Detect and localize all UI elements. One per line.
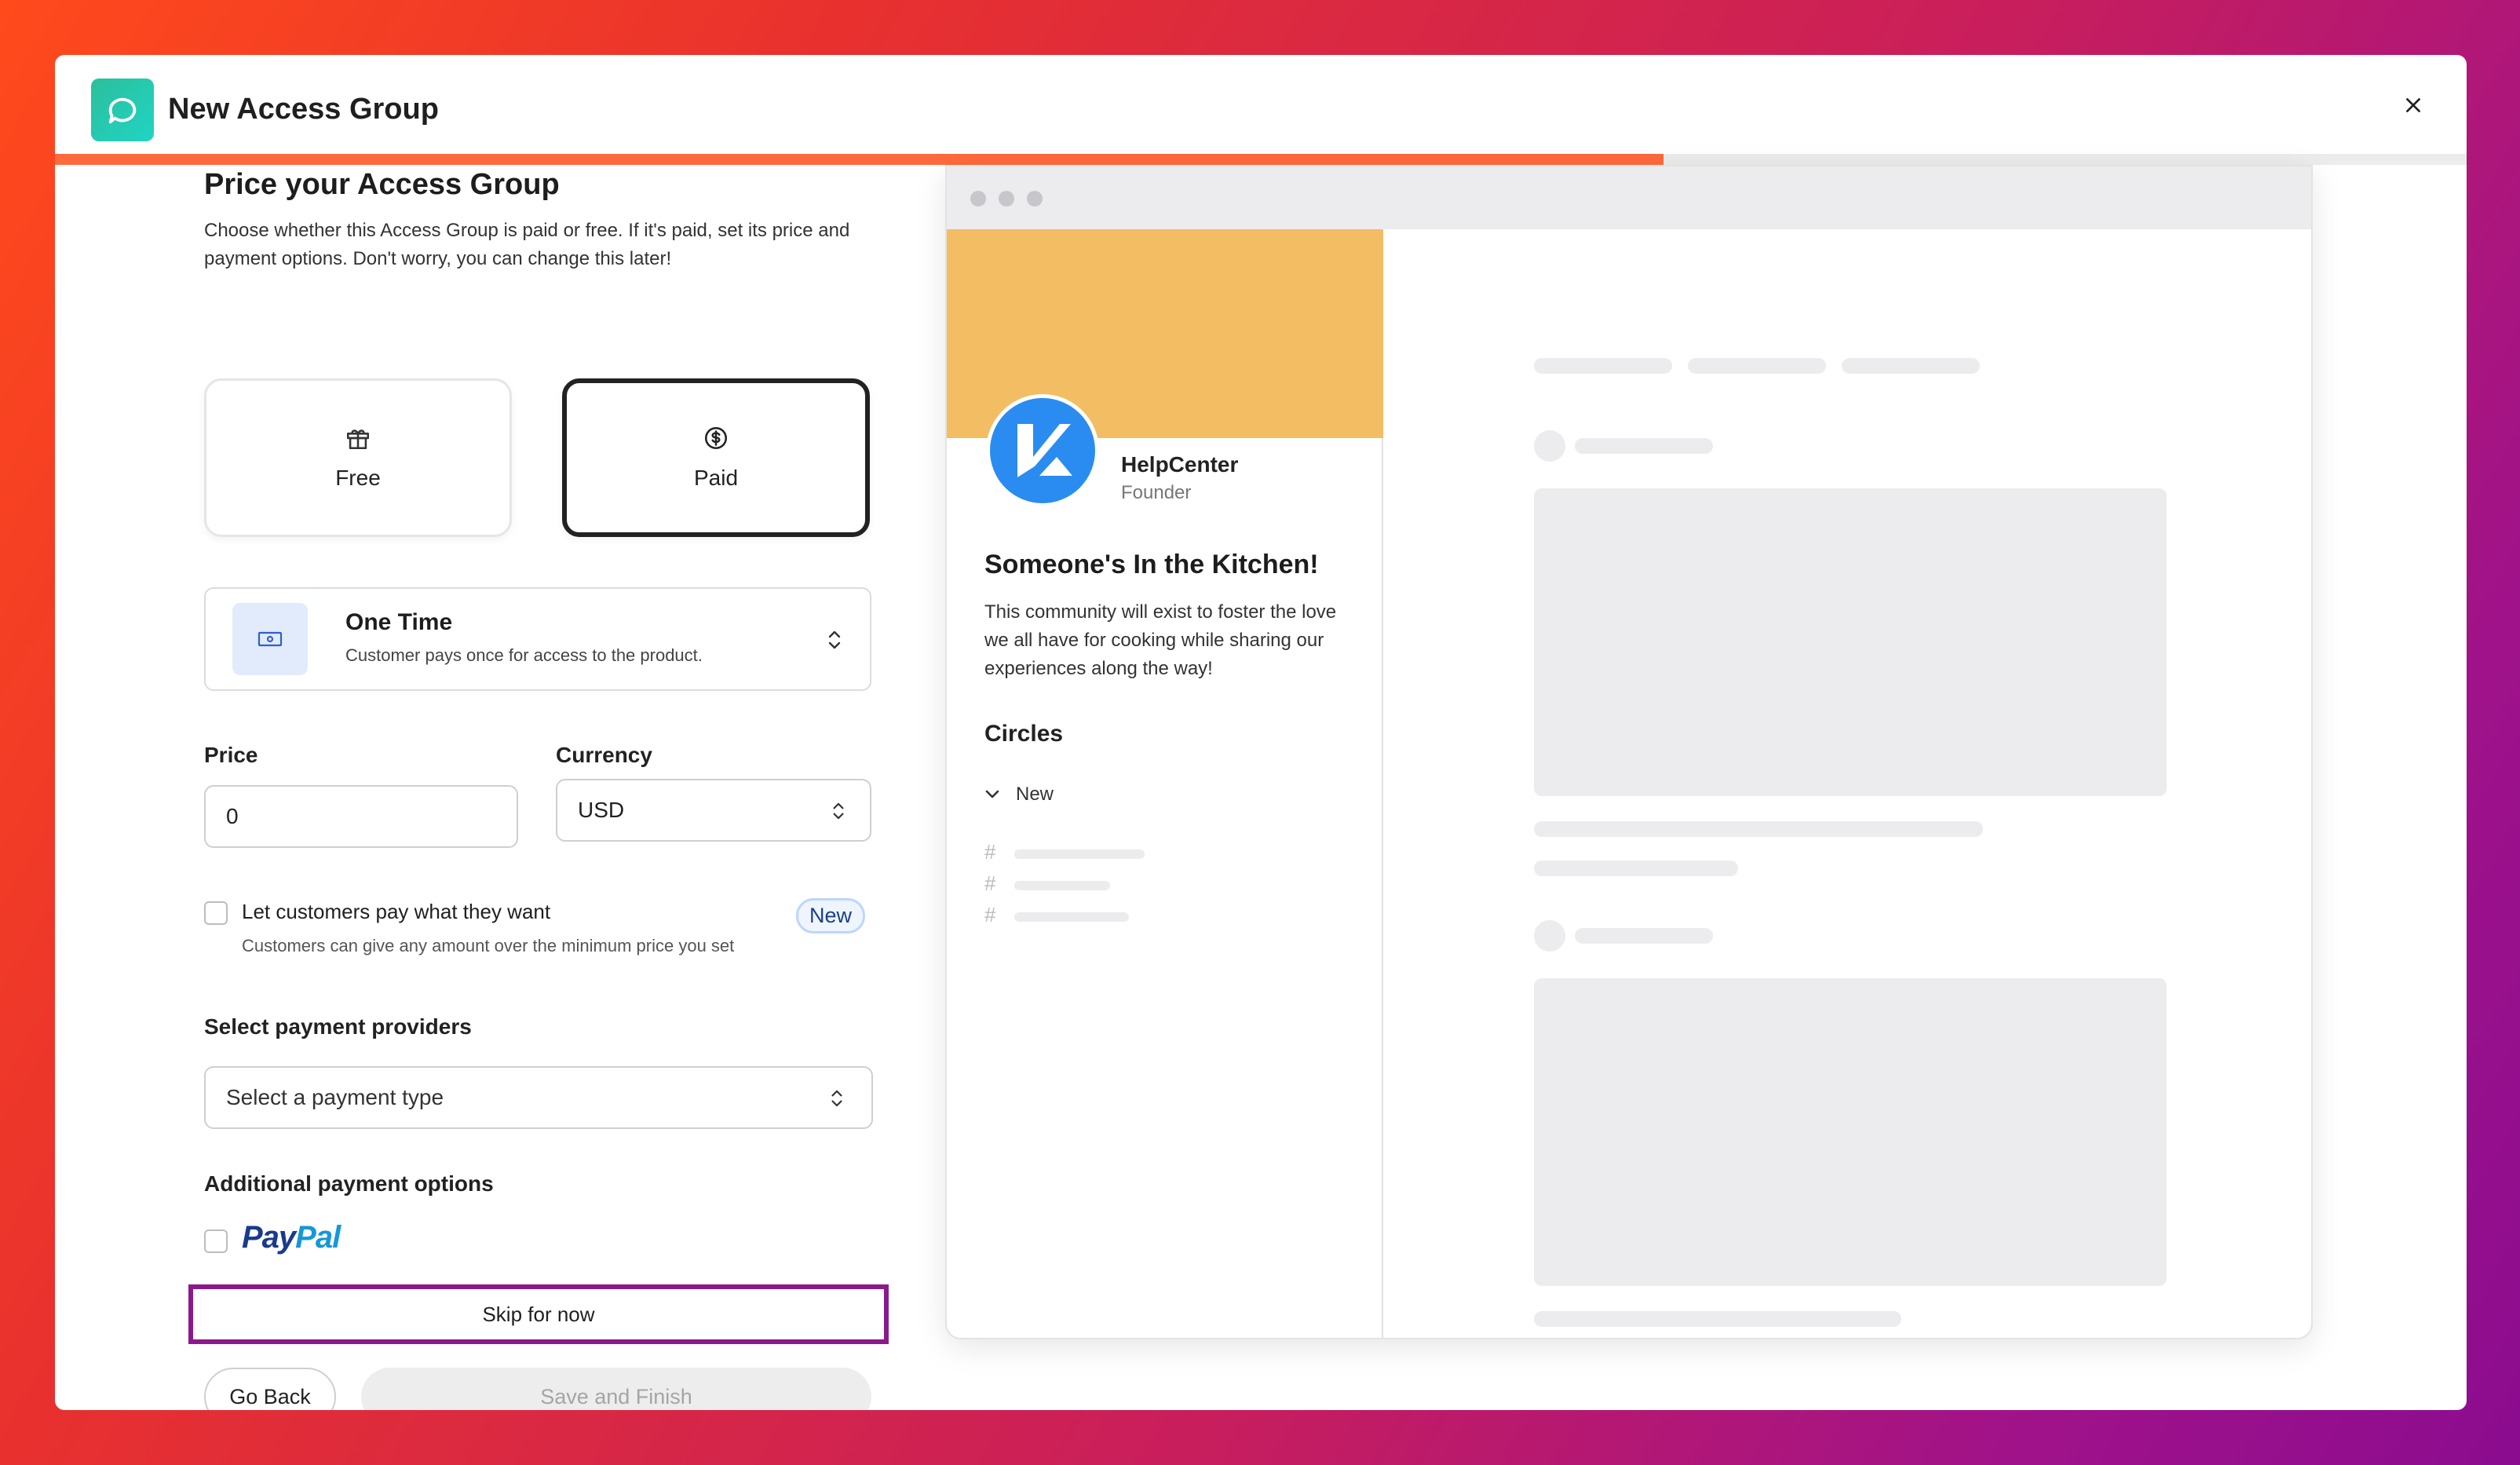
paypal-logo-part2: Pal [295,1220,341,1255]
paid-option-label: Paid [693,466,739,490]
save-and-finish-button[interactable]: Save and Finish [361,1368,871,1410]
modal-header: New Access Group [55,55,2467,154]
channel-placeholder [1014,849,1145,859]
progress-bar-fill [55,154,1664,165]
currency-select[interactable]: USD [556,779,871,842]
price-input[interactable]: 0 [204,785,518,848]
dollar-circle-icon [704,426,728,450]
billing-type-subtitle: Customer pays once for access to the pro… [345,645,703,665]
window-dot [970,191,986,206]
new-circle-label: New [1016,784,1054,805]
nav-placeholder [1534,358,1672,374]
free-option-card[interactable]: Free [204,378,512,537]
community-title: Someone's In the Kitchen! [984,550,1319,579]
free-option-label: Free [335,466,381,490]
avatar [986,394,1099,507]
pay-what-you-want-sub: Customers can give any amount over the m… [242,936,735,955]
profile-name: HelpCenter [1121,452,1239,477]
chevron-up-down-icon [828,630,841,649]
price-label: Price [204,743,258,767]
browser-topbar [947,166,2311,229]
chevron-down-icon [985,790,999,798]
pay-what-you-want-checkbox[interactable] [204,901,228,925]
channel-placeholder [1014,881,1110,890]
new-access-group-modal: New Access Group Price your Access Group… [55,55,2467,1410]
progress-bar [55,154,2467,165]
window-dot [1027,191,1043,206]
channel-placeholder [1014,912,1129,922]
nav-placeholder [1842,358,1980,374]
community-preview: HelpCenter Founder Someone's In the Kitc… [945,165,2313,1339]
hash-icon: # [984,871,996,895]
modal-title: New Access Group [168,93,439,126]
go-back-button[interactable]: Go Back [204,1368,336,1410]
preview-sidebar: HelpCenter Founder Someone's In the Kitc… [947,229,1383,1338]
billing-type-select[interactable]: One Time Customer pays once for access t… [204,587,871,691]
additional-options-label: Additional payment options [204,1171,494,1196]
form-heading: Price your Access Group [204,168,560,201]
paypal-logo: PayPal [242,1220,341,1255]
author-placeholder [1575,928,1713,944]
post-image-placeholder [1534,978,2167,1286]
avatar-placeholder [1534,920,1565,952]
profile-role: Founder [1121,482,1192,503]
new-circle-group: New [984,784,1054,806]
paid-option-card[interactable]: Paid [562,378,870,537]
post-image-placeholder [1534,488,2167,796]
currency-value: USD [578,798,625,822]
author-placeholder [1575,438,1713,454]
chat-bubble-logo-icon [91,79,154,141]
billing-type-title: One Time [345,609,453,635]
text-placeholder [1534,860,1738,876]
circles-heading: Circles [984,721,1064,747]
paypal-checkbox[interactable] [204,1229,228,1253]
text-placeholder [1534,1311,1901,1327]
hash-icon: # [984,903,996,926]
text-placeholder [1534,821,1983,837]
hash-icon: # [984,840,996,864]
chevron-up-down-icon [833,802,844,820]
payment-type-placeholder: Select a payment type [226,1085,444,1109]
community-description: This community will exist to foster the … [984,601,1337,679]
gift-icon [346,429,370,450]
currency-label: Currency [556,743,652,767]
skip-for-now-button[interactable]: Skip for now [188,1284,889,1344]
paypal-logo-part1: Pay [242,1220,296,1255]
nav-placeholder [1688,358,1826,374]
window-dot [999,191,1014,206]
payment-providers-label: Select payment providers [204,1014,472,1039]
form-description: Choose whether this Access Group is paid… [204,220,850,269]
new-badge: New [796,898,866,933]
pay-what-you-want-label: Let customers pay what they want [242,900,551,923]
payment-type-select[interactable]: Select a payment type [204,1066,873,1129]
kajabi-logo-icon [1017,424,1072,477]
close-icon[interactable] [2399,91,2427,119]
banknote-icon [232,603,308,675]
avatar-placeholder [1534,430,1565,462]
chevron-up-down-icon [831,1090,842,1107]
price-value: 0 [226,804,239,828]
